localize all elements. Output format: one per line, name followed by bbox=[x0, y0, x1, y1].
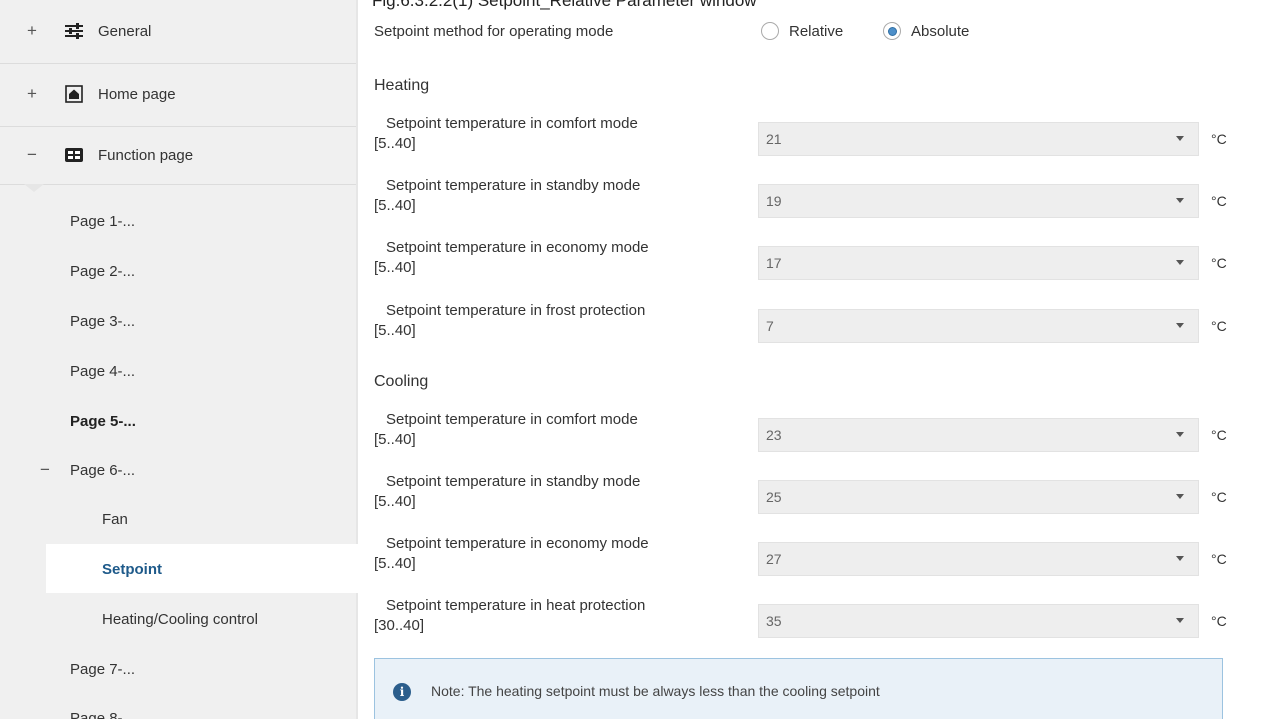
param-label: Setpoint temperature in economy mode [5..… bbox=[374, 239, 649, 276]
tree-node-label: Function page bbox=[98, 146, 194, 164]
tree-item-setpoint[interactable]: Setpoint bbox=[102, 561, 162, 578]
info-icon: i bbox=[393, 683, 411, 701]
parameter-panel: Setpoint method for operating mode Relat… bbox=[358, 0, 1283, 719]
unit-label: °C bbox=[1211, 318, 1227, 334]
select-value: 35 bbox=[766, 613, 782, 629]
tree-node-function-page[interactable]: − Function page bbox=[0, 130, 356, 180]
tree-item-page-6[interactable]: Page 6-... bbox=[70, 462, 135, 479]
tree-pointer bbox=[24, 184, 44, 192]
param-label: Setpoint temperature in standby mode [5..… bbox=[374, 177, 641, 214]
select-value: 17 bbox=[766, 255, 782, 271]
dropdown-arrow-icon bbox=[1176, 136, 1184, 141]
select-value: 7 bbox=[766, 318, 774, 334]
param-label: Setpoint temperature in comfort mode [5..… bbox=[374, 115, 638, 152]
home-icon bbox=[64, 84, 84, 104]
sidebar-tree: + General + Home page − Function page Pa… bbox=[0, 0, 358, 719]
sliders-icon bbox=[64, 21, 84, 41]
tree-item-page-1[interactable]: Page 1-... bbox=[70, 213, 135, 230]
radio-button-selected-icon[interactable] bbox=[883, 22, 901, 40]
collapse-icon[interactable]: − bbox=[40, 460, 50, 480]
heating-frost-select[interactable]: 7 bbox=[758, 309, 1199, 343]
dropdown-arrow-icon bbox=[1176, 556, 1184, 561]
unit-label: °C bbox=[1211, 489, 1227, 505]
radio-label: Relative bbox=[789, 22, 844, 40]
unit-label: °C bbox=[1211, 255, 1227, 271]
cooling-heat-protection-select[interactable]: 35 bbox=[758, 604, 1199, 638]
param-row-cooling-heat-protection: Setpoint temperature in heat protection[… bbox=[358, 596, 1283, 646]
tree-item-page-8[interactable]: Page 8-... bbox=[70, 710, 135, 719]
dropdown-arrow-icon bbox=[1176, 494, 1184, 499]
tree-item-page-5[interactable]: Page 5-... bbox=[70, 413, 136, 430]
divider bbox=[0, 126, 356, 127]
dropdown-arrow-icon bbox=[1176, 618, 1184, 623]
param-label: Setpoint temperature in standby mode [5..… bbox=[374, 473, 641, 510]
divider bbox=[0, 184, 356, 185]
cooling-economy-select[interactable]: 27 bbox=[758, 542, 1199, 576]
select-value: 19 bbox=[766, 193, 782, 209]
note-text: Note: The heating setpoint must be alway… bbox=[431, 683, 880, 699]
tree-item-page-4[interactable]: Page 4-... bbox=[70, 363, 135, 380]
dropdown-arrow-icon bbox=[1176, 198, 1184, 203]
cooling-standby-select[interactable]: 25 bbox=[758, 480, 1199, 514]
tree-node-label: General bbox=[98, 22, 152, 40]
param-label: Setpoint temperature in comfort mode [5..… bbox=[374, 411, 638, 448]
param-row-heating-standby: Setpoint temperature in standby mode [5..… bbox=[358, 176, 1283, 226]
tree-item-selected-bg bbox=[46, 544, 358, 593]
unit-label: °C bbox=[1211, 427, 1227, 443]
select-value: 23 bbox=[766, 427, 782, 443]
param-label: Setpoint temperature in heat protection[… bbox=[374, 597, 646, 634]
param-row-cooling-standby: Setpoint temperature in standby mode [5..… bbox=[358, 472, 1283, 522]
tree-item-page-3[interactable]: Page 3-... bbox=[70, 313, 135, 330]
param-label: Setpoint temperature in economy mode [5..… bbox=[374, 535, 649, 572]
dropdown-arrow-icon bbox=[1176, 260, 1184, 265]
unit-label: °C bbox=[1211, 613, 1227, 629]
param-label: Setpoint temperature in frost protection… bbox=[374, 302, 646, 339]
param-row-heating-comfort: Setpoint temperature in comfort mode [5..… bbox=[358, 114, 1283, 164]
radio-button-icon[interactable] bbox=[761, 22, 779, 40]
param-row-cooling-comfort: Setpoint temperature in comfort mode [5..… bbox=[358, 410, 1283, 460]
tree-node-home-page[interactable]: + Home page bbox=[0, 69, 356, 119]
tree-item-fan[interactable]: Fan bbox=[102, 511, 128, 528]
unit-label: °C bbox=[1211, 551, 1227, 567]
tree-node-general[interactable]: + General bbox=[0, 6, 356, 56]
select-value: 25 bbox=[766, 489, 782, 505]
select-value: 21 bbox=[766, 131, 782, 147]
divider bbox=[0, 63, 356, 64]
function-page-icon bbox=[64, 145, 84, 165]
unit-label: °C bbox=[1211, 131, 1227, 147]
cooling-comfort-select[interactable]: 23 bbox=[758, 418, 1199, 452]
setpoint-method-label: Setpoint method for operating mode bbox=[374, 23, 614, 40]
radio-label: Absolute bbox=[911, 22, 970, 40]
radio-relative[interactable]: Relative bbox=[761, 22, 843, 40]
collapse-icon[interactable]: − bbox=[26, 145, 38, 165]
note-box: i Note: The heating setpoint must be alw… bbox=[374, 658, 1223, 719]
tree-item-page-2[interactable]: Page 2-... bbox=[70, 263, 135, 280]
tree-node-label: Home page bbox=[98, 85, 176, 103]
dropdown-arrow-icon bbox=[1176, 432, 1184, 437]
dropdown-arrow-icon bbox=[1176, 323, 1184, 328]
tree-item-heating-cooling-control[interactable]: Heating/Cooling control bbox=[102, 611, 258, 628]
section-heading-heating: Heating bbox=[374, 77, 430, 94]
heating-comfort-select[interactable]: 21 bbox=[758, 122, 1199, 156]
tree-item-page-7[interactable]: Page 7-... bbox=[70, 661, 135, 678]
heating-standby-select[interactable]: 19 bbox=[758, 184, 1199, 218]
select-value: 27 bbox=[766, 551, 782, 567]
unit-label: °C bbox=[1211, 193, 1227, 209]
param-row-cooling-economy: Setpoint temperature in economy mode [5..… bbox=[358, 534, 1283, 584]
param-row-heating-frost: Setpoint temperature in frost protection… bbox=[358, 301, 1283, 351]
radio-absolute[interactable]: Absolute bbox=[883, 22, 969, 40]
expand-icon[interactable]: + bbox=[26, 84, 38, 104]
heating-economy-select[interactable]: 17 bbox=[758, 246, 1199, 280]
param-row-heating-economy: Setpoint temperature in economy mode [5..… bbox=[358, 238, 1283, 288]
expand-icon[interactable]: + bbox=[26, 21, 38, 41]
section-heading-cooling: Cooling bbox=[374, 373, 429, 390]
